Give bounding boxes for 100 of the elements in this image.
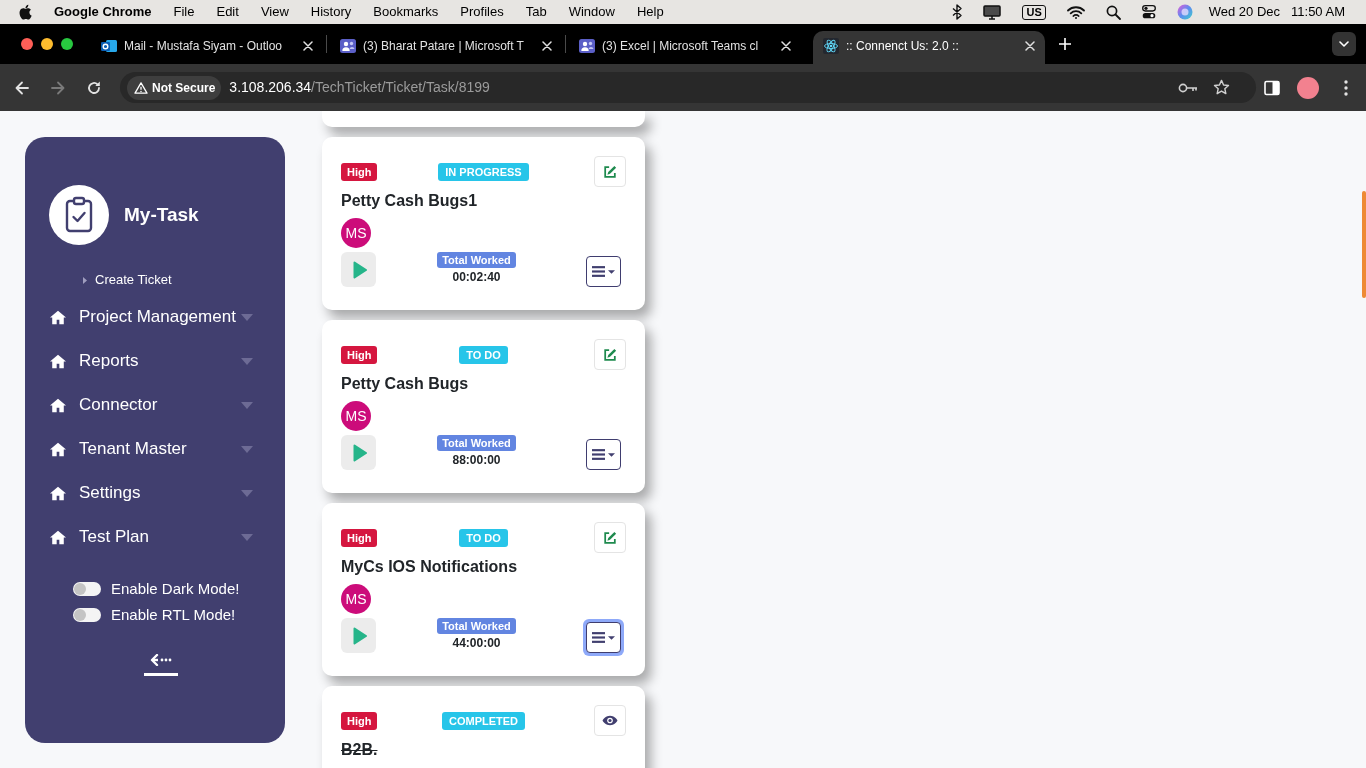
menu-icon	[592, 632, 605, 643]
menu-dropdown-button[interactable]	[583, 619, 624, 656]
play-icon	[353, 626, 367, 645]
play-icon	[353, 443, 367, 462]
app-name-menu[interactable]: Google Chrome	[54, 2, 152, 22]
close-window-button[interactable]	[21, 38, 33, 50]
task-title: Petty Cash Bugs	[341, 374, 469, 394]
menu-icon	[592, 449, 605, 460]
toggle-label: Enable RTL Mode!	[111, 604, 236, 625]
close-tab-icon[interactable]	[1025, 40, 1035, 51]
more-dots-icon[interactable]	[1344, 79, 1348, 96]
home-icon	[50, 441, 66, 457]
date-label[interactable]: Wed 20 Dec	[1208, 2, 1281, 22]
side-panel-icon[interactable]	[1264, 79, 1280, 96]
caret-right-icon	[83, 276, 87, 284]
sidebar-menu-item[interactable]: Test Plan	[25, 515, 285, 559]
menu-item[interactable]: Help	[636, 2, 664, 22]
arrow-left-icon	[150, 654, 172, 666]
key-icon[interactable]	[1178, 82, 1198, 93]
menu-item[interactable]: Window	[568, 2, 615, 22]
close-tab-icon[interactable]	[303, 40, 313, 51]
orb-icon[interactable]	[1176, 4, 1193, 20]
sidebar-menu-item[interactable]: Tenant Master	[25, 427, 285, 471]
scrollbar-thumb[interactable]	[1362, 191, 1366, 298]
browser-tab[interactable]: (3) Bharat Patare | Microsoft T	[330, 31, 562, 64]
edit-icon	[603, 164, 617, 179]
menu-dropdown-button[interactable]	[586, 256, 621, 287]
monitor-icon[interactable]	[983, 4, 1002, 20]
input-source-indicator[interactable]: US	[1022, 4, 1046, 20]
caret-down-icon	[608, 635, 615, 640]
total-worked-badge: Total Worked	[437, 435, 516, 451]
reload-icon[interactable]	[86, 79, 102, 96]
caret-down-icon	[241, 357, 253, 365]
sidebar-menu-item[interactable]: Settings	[25, 471, 285, 515]
caret-down-icon	[241, 401, 253, 409]
edit-icon	[603, 347, 617, 362]
status-badge: TO DO	[459, 528, 508, 547]
edit-button[interactable]	[594, 522, 626, 553]
assignee-avatar: MS	[341, 401, 371, 431]
ring-tile-icon	[101, 37, 117, 54]
sidebar-menu-item[interactable]: Project Management	[25, 295, 285, 339]
menu-dropdown-button[interactable]	[586, 439, 621, 470]
back-arrow-icon[interactable]	[14, 79, 30, 96]
menu-item[interactable]: Edit	[216, 2, 239, 22]
time-worked-text: 00:02:40	[452, 270, 501, 284]
browser-tab[interactable]: Mail - Mustafa Siyam - Outloo	[91, 31, 323, 64]
toggle-switch[interactable]	[73, 582, 101, 596]
switches-icon[interactable]	[1141, 5, 1156, 19]
home-icon	[50, 397, 66, 413]
menu-item[interactable]: Bookmarks	[373, 2, 439, 22]
zoom-window-button[interactable]	[61, 38, 73, 50]
apple-icon[interactable]	[19, 4, 33, 20]
assignee-avatar: MS	[341, 584, 371, 614]
wifi-icon[interactable]	[1066, 5, 1085, 19]
menu-item[interactable]: View	[260, 2, 289, 22]
menu-item[interactable]: File	[173, 2, 195, 22]
new-tab-plus-icon[interactable]	[1059, 38, 1071, 50]
warning-icon	[134, 81, 148, 94]
eye-icon	[602, 715, 618, 726]
view-button[interactable]	[594, 705, 626, 736]
url-text: 3.108.206.34/TechTicket/Ticket/Task/8199	[229, 78, 490, 97]
status-badge: TO DO	[459, 345, 508, 364]
play-icon	[353, 260, 367, 279]
atom-icon	[823, 37, 839, 54]
task-title: B2B.	[341, 740, 378, 760]
assignee-avatar: MS	[341, 218, 371, 248]
edit-button[interactable]	[594, 339, 626, 370]
browser-tab[interactable]: :: Connenct Us: 2.0 ::	[813, 31, 1045, 64]
close-tab-icon[interactable]	[542, 40, 552, 51]
address-bar[interactable]: Not Secure 3.108.206.34/TechTicket/Ticket/Task/8199	[120, 72, 1256, 103]
tab-list-button[interactable]	[1332, 32, 1356, 56]
time-worked-text: 88:00:00	[452, 453, 501, 467]
home-icon	[50, 353, 66, 369]
clipboard-check-icon	[49, 185, 109, 245]
total-worked-badge: Total Worked	[437, 618, 516, 634]
home-icon	[50, 309, 66, 325]
app-title: My-Task	[124, 202, 199, 227]
close-tab-icon[interactable]	[781, 40, 791, 51]
browser-tab[interactable]: (3) Excel | Microsoft Teams cl	[569, 31, 801, 64]
status-badge: IN PROGRESS	[438, 162, 529, 181]
menu-item[interactable]: Tab	[525, 2, 547, 22]
status-badge: COMPLETED	[441, 711, 526, 730]
menu-item[interactable]: History	[310, 2, 352, 22]
sidebar-menu-item[interactable]: Connector	[25, 383, 285, 427]
toggle-label: Enable Dark Mode!	[111, 578, 240, 599]
star-icon[interactable]	[1213, 79, 1230, 96]
arrow-button[interactable]	[144, 654, 178, 676]
not-secure-chip[interactable]: Not Secure	[127, 75, 222, 100]
search-icon[interactable]	[1105, 4, 1121, 20]
create-ticket-link[interactable]: Create Ticket	[95, 270, 172, 290]
menu-item[interactable]: Profiles	[460, 2, 504, 22]
profile-avatar[interactable]	[1297, 76, 1319, 99]
edit-button[interactable]	[594, 156, 626, 187]
people-tile-icon	[340, 37, 356, 54]
minimize-window-button[interactable]	[41, 38, 53, 50]
priority-badge: High	[341, 711, 378, 730]
time-label[interactable]: 11:50 AM	[1291, 2, 1345, 22]
toggle-switch[interactable]	[73, 608, 101, 622]
bluetooth-icon[interactable]	[952, 4, 963, 20]
sidebar-menu-item[interactable]: Reports	[25, 339, 285, 383]
